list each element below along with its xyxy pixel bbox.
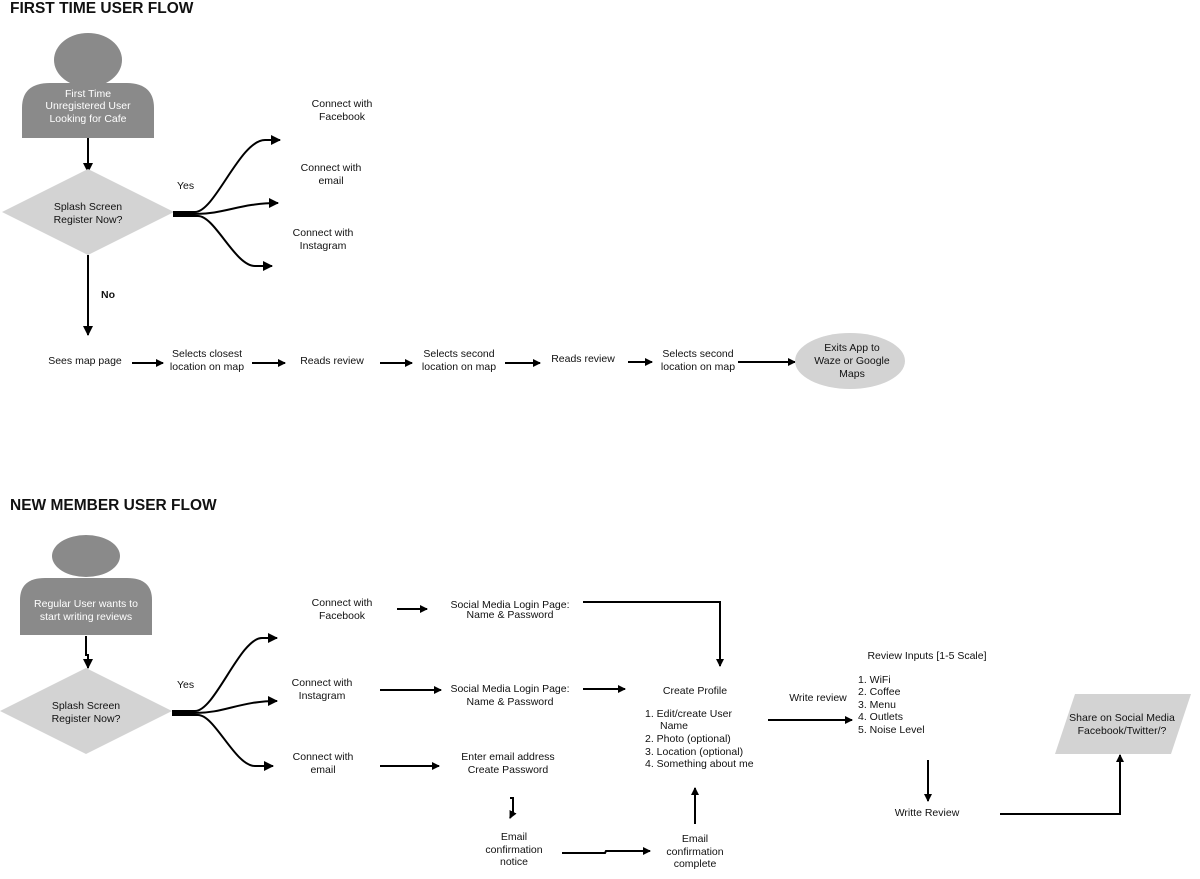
option-instagram: Instagram [300,240,347,252]
actor-label: Unregistered User [45,100,131,112]
review-inputs: Review Inputs [1-5 Scale] 1. WiFi 2. Cof… [858,650,987,736]
social-login-instagram: Name & Password [467,696,554,708]
step-select-closest: Selects closest [172,348,242,360]
social-login-instagram: Social Media Login Page: [450,683,569,695]
option-email: Connect with [301,162,362,174]
step-reads-review: Reads review [551,353,615,365]
actor-label: Regular User wants to [34,598,138,610]
flow2-title: NEW MEMBER USER FLOW [10,497,217,514]
email-complete: complete [674,858,717,870]
step-reads-review: Reads review [300,355,364,367]
option-facebook: Facebook [319,610,366,622]
email-entry: Create Password [468,764,549,776]
option-instagram: Connect with [292,677,353,689]
arrow [173,135,281,213]
option-facebook: Facebook [319,111,366,123]
actor-label: First Time [65,88,111,100]
social-login-facebook: Name & Password [467,609,554,621]
step-select-second: location on map [422,361,496,373]
end-label: Waze or Google [814,355,890,367]
flow1-decision: Splash Screen Register Now? [2,169,174,255]
decision-label: Splash Screen [54,201,122,213]
step-select-second: location on map [661,361,735,373]
step-select-second: Selects second [662,348,733,360]
arrow [1000,754,1124,815]
step-sees-map: Sees map page [48,355,122,367]
end-label: Maps [839,368,865,380]
actor-head [52,535,120,577]
arrow [172,633,278,712]
profile-title: Create Profile [663,685,727,697]
email-complete: confirmation [666,846,723,858]
step-select-closest: location on map [170,361,244,373]
review-inputs-title: Review Inputs [1-5 Scale] [867,650,986,662]
option-instagram: Instagram [299,690,346,702]
profile-item: 1. Edit/create User [645,708,732,720]
email-complete: Email [682,833,708,845]
arrow [83,636,93,669]
arrow [173,215,273,271]
profile-item: 4. Something about me [645,758,754,770]
write-review-step: Writte Review [895,807,960,819]
option-facebook: Connect with [312,597,373,609]
option-email: email [318,175,343,187]
step-select-second: Selects second [423,348,494,360]
review-input-item: 3. Menu [858,699,896,711]
arrow [172,714,274,771]
option-email: email [310,764,335,776]
profile-item: 2. Photo (optional) [645,733,731,745]
review-input-item: 2. Coffee [858,686,901,698]
arrow [509,797,517,819]
actor-label: start writing reviews [40,611,132,623]
option-instagram: Connect with [293,227,354,239]
yes-label: Yes [177,679,194,691]
flow2-decision: Splash Screen Register Now? [0,668,172,754]
share-label: Share on Social Media [1069,712,1175,724]
flow1-title: FIRST TIME USER FLOW [10,0,194,17]
arrow [562,847,651,855]
share-social: Share on Social Media Facebook/Twitter/? [1055,694,1191,754]
create-profile: Create Profile 1. Edit/create User Name … [645,685,754,770]
end-label: Exits App to [824,342,880,354]
share-label: Facebook/Twitter/? [1078,725,1167,737]
decision-label: Register Now? [52,713,121,725]
option-facebook: Connect with [312,98,373,110]
write-review-label: Write review [789,692,847,704]
yes-label: Yes [177,180,194,192]
email-notice: notice [500,856,528,868]
option-email: Connect with [293,751,354,763]
actor-label: Looking for Cafe [49,113,126,125]
arrow [583,601,724,667]
profile-item: Name [660,720,688,732]
end-exit-app: Exits App to Waze or Google Maps [795,333,905,389]
email-entry: Enter email address [461,751,554,763]
profile-item: 3. Location (optional) [645,746,743,758]
user-flow-diagram: FIRST TIME USER FLOW First Time Unregist… [0,0,1191,870]
share-parallelogram [1055,694,1191,754]
decision-label: Register Now? [54,214,123,226]
actor-head [54,33,122,87]
review-input-item: 1. WiFi [858,674,891,686]
email-notice: confirmation [485,844,542,856]
review-input-item: 5. Noise Level [858,724,925,736]
email-notice: Email [501,831,527,843]
flow2-actor: Regular User wants to start writing revi… [20,535,152,635]
review-input-item: 4. Outlets [858,711,903,723]
decision-label: Splash Screen [52,700,120,712]
flow1-actor: First Time Unregistered User Looking for… [22,33,154,138]
no-label: No [101,289,115,301]
